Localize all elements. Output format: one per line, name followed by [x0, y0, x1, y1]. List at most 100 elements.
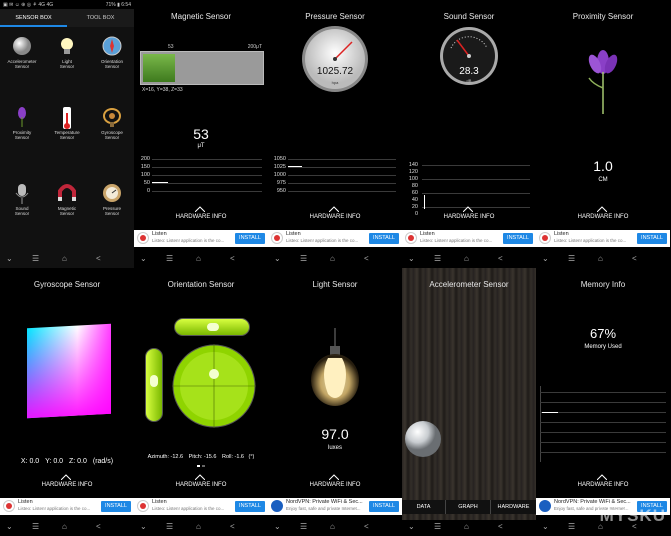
hardware-info-button[interactable]: HARDWARE INFO [268, 482, 402, 488]
ad-banner[interactable]: Listen Listeo: Listen! application is th… [0, 498, 134, 515]
home-icon[interactable]: ⌂ [598, 254, 603, 263]
hardware-info-button[interactable]: HARDWARE INFO [134, 482, 268, 488]
chevron-down-icon[interactable]: ⌄ [408, 522, 415, 531]
hardware-info-button[interactable]: HARDWARE INFO [536, 482, 670, 488]
back-icon[interactable]: < [96, 522, 101, 531]
back-icon[interactable]: < [632, 254, 637, 263]
ad-banner[interactable]: Listen Listeo: Listen! application is th… [402, 230, 536, 247]
hardware-info-button[interactable]: HARDWARE INFO [268, 214, 402, 220]
install-button[interactable]: INSTALL [637, 233, 667, 244]
tick-label: 950 [276, 188, 286, 194]
sensor-item-light[interactable]: Light Sensor [45, 36, 89, 69]
ad-body: Enjoy fast, safe and private Internet... [286, 506, 361, 511]
hardware-info-button[interactable]: HARDWARE INFO [402, 214, 536, 220]
install-button[interactable]: INSTALL [235, 501, 265, 512]
sound-gauge [440, 27, 498, 85]
home-icon[interactable]: ⌂ [196, 254, 201, 263]
chevron-down-icon[interactable]: ⌄ [408, 254, 415, 263]
back-icon[interactable]: < [498, 522, 503, 531]
ad-banner[interactable]: Listen Listeo: Listen! application is th… [536, 230, 670, 247]
tab-data[interactable]: DATA [402, 500, 446, 514]
pressure-chart: 1050 1025 1000 975 950 [268, 156, 402, 196]
bullseye-level [172, 344, 256, 428]
recents-icon[interactable]: ☰ [300, 522, 307, 531]
sound-trace [424, 195, 425, 209]
home-icon[interactable]: ⌂ [62, 254, 67, 263]
chevron-down-icon[interactable]: ⌄ [140, 522, 147, 531]
install-button[interactable]: INSTALL [369, 501, 399, 512]
sensor-item-magnetic[interactable]: Magnetic Sensor [45, 183, 89, 216]
recents-icon[interactable]: ☰ [166, 522, 173, 531]
flower-icon [588, 50, 618, 114]
recents-icon[interactable]: ☰ [568, 254, 575, 263]
sensor-item-sound[interactable]: Sound Sensor [0, 183, 44, 216]
recents-icon[interactable]: ☰ [434, 522, 441, 531]
ad-banner[interactable]: NordVPN: Private WiFi & Sec... Enjoy fas… [268, 498, 402, 515]
tab-tool-box[interactable]: TOOL BOX [67, 9, 134, 27]
recents-icon[interactable]: ☰ [568, 522, 575, 531]
recents-icon[interactable]: ☰ [32, 522, 39, 531]
sensor-item-temperature[interactable]: Temperature Sensor [45, 107, 89, 140]
back-icon[interactable]: < [364, 254, 369, 263]
recents-icon[interactable]: ☰ [300, 254, 307, 263]
chevron-down-icon[interactable]: ⌄ [6, 254, 13, 263]
back-icon[interactable]: < [230, 254, 235, 263]
install-button[interactable]: INSTALL [369, 233, 399, 244]
home-icon[interactable]: ⌂ [62, 522, 67, 531]
home-icon[interactable]: ⌂ [464, 522, 469, 531]
chevron-up-icon [195, 206, 205, 212]
ad-title: Listen [152, 499, 167, 505]
status-right: 71% ▮ 6:54 [105, 2, 131, 8]
sensor-item-accelerometer[interactable]: Accelerometer Sensor [0, 36, 44, 69]
magnetic-unit: μT [197, 143, 205, 149]
sensor-item-pressure[interactable]: Pressure Sensor [90, 183, 134, 216]
back-icon[interactable]: < [498, 254, 503, 263]
home-icon[interactable]: ⌂ [330, 522, 335, 531]
home-icon[interactable]: ⌂ [330, 254, 335, 263]
tick-label: 100 [140, 172, 150, 178]
sensor-item-gyroscope[interactable]: Gyroscope Sensor [90, 107, 134, 140]
pressure-value: 1025.72 [316, 66, 354, 77]
barometer-icon [102, 183, 122, 203]
ad-banner[interactable]: Listen Listeo: Listen! application is th… [134, 498, 268, 515]
chevron-down-icon[interactable]: ⌄ [542, 254, 549, 263]
pressure-unit: hpa [331, 80, 339, 85]
ad-banner[interactable]: Listen Listeo: Listen! application is th… [268, 230, 402, 247]
recents-icon[interactable]: ☰ [434, 254, 441, 263]
sensor-item-proximity[interactable]: Proximity Sensor [0, 107, 44, 140]
sensor-item-label: Magnetic Sensor [57, 206, 77, 216]
tab-sensor-box[interactable]: SENSOR BOX [0, 9, 67, 27]
recents-icon[interactable]: ☰ [166, 254, 173, 263]
sensor-box-panel: ▣ ✉ ☺ ⊕ ◎ ⚘ 4G 4G 71% ▮ 6:54 SENSOR BOX … [0, 0, 134, 268]
magnetic-sensor-panel: Magnetic Sensor 53 200μT X=16, Y=38, Z=3… [134, 0, 268, 268]
magnetic-chart: 200 150 100 50 0 [134, 156, 268, 196]
chevron-down-icon[interactable]: ⌄ [542, 522, 549, 531]
install-button[interactable]: INSTALL [101, 501, 131, 512]
magnet-icon [57, 183, 77, 203]
hardware-info-button[interactable]: HARDWARE INFO [134, 214, 268, 220]
nav-bar: ⌄ ☰ ⌂ < [536, 252, 670, 268]
chevron-up-icon [597, 206, 607, 212]
status-icons: ▣ ✉ ☺ ⊕ ◎ ⚘ 4G 4G [3, 2, 54, 8]
tick-label: 1025 [273, 164, 286, 170]
back-icon[interactable]: < [364, 522, 369, 531]
chevron-down-icon[interactable]: ⌄ [6, 522, 13, 531]
home-icon[interactable]: ⌂ [196, 522, 201, 531]
back-icon[interactable]: < [230, 522, 235, 531]
hardware-info-button[interactable]: HARDWARE INFO [536, 214, 670, 220]
chevron-down-icon[interactable]: ⌄ [274, 254, 281, 263]
sensor-item-orientation[interactable]: Orientation Sensor [90, 36, 134, 69]
chevron-down-icon[interactable]: ⌄ [140, 254, 147, 263]
hardware-info-button[interactable]: HARDWARE INFO [0, 482, 134, 488]
ad-banner[interactable]: Listen Listeo: Listen! application is th… [134, 230, 268, 247]
recents-icon[interactable]: ☰ [32, 254, 39, 263]
tab-graph[interactable]: GRAPH [446, 500, 491, 514]
back-icon[interactable]: < [96, 254, 101, 263]
install-button[interactable]: INSTALL [503, 233, 533, 244]
chevron-down-icon[interactable]: ⌄ [274, 522, 281, 531]
sensor-item-label: Temperature Sensor [54, 130, 80, 140]
chevron-up-icon [463, 206, 473, 212]
install-button[interactable]: INSTALL [235, 233, 265, 244]
tab-hardware[interactable]: HARDWARE [491, 500, 536, 514]
home-icon[interactable]: ⌂ [464, 254, 469, 263]
